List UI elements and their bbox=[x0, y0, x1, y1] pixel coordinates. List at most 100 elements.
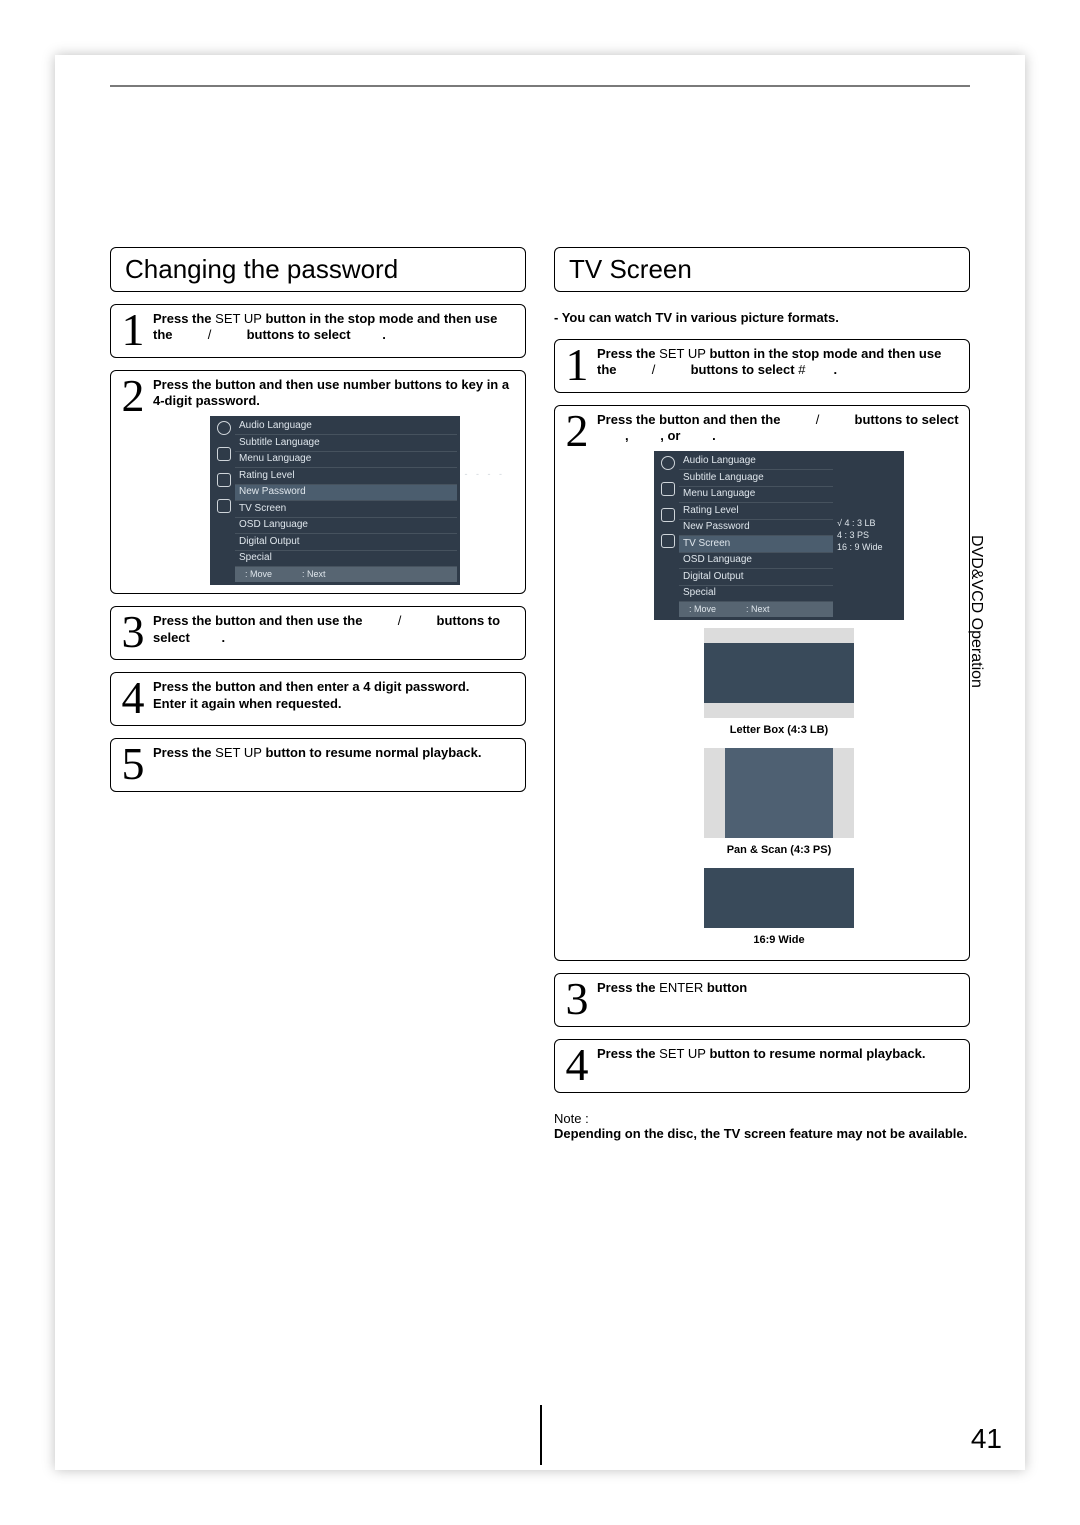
tv-format-thumbs: Letter Box (4:3 LB) Pan & Scan (4:3 PS) … bbox=[597, 628, 961, 951]
left-step-5: 5 Press the SET UP button to resume norm… bbox=[110, 738, 526, 792]
thumb-panscan bbox=[704, 748, 854, 838]
step-text: Press the SET UP button to resume normal… bbox=[153, 745, 517, 761]
note-label: Note : bbox=[554, 1111, 589, 1126]
osd-row: OSD Language bbox=[679, 553, 833, 570]
note-body: Depending on the disc, the TV screen fea… bbox=[554, 1126, 967, 1141]
t: / bbox=[394, 613, 405, 628]
t: / bbox=[648, 362, 659, 377]
right-step-4: 4 Press the SET UP button to resume norm… bbox=[554, 1039, 970, 1093]
osd-row: Digital Output bbox=[679, 569, 833, 586]
thumb-caption: Pan & Scan (4:3 PS) bbox=[727, 844, 832, 858]
page-number: 41 bbox=[971, 1423, 1002, 1455]
osd-row: Audio Language bbox=[235, 419, 457, 436]
step-number: 2 bbox=[563, 412, 591, 450]
t: button to resume normal playback. bbox=[262, 745, 482, 760]
osd-row: OSD Language bbox=[235, 518, 457, 535]
osd-row: New Password bbox=[679, 520, 833, 537]
tv-icon bbox=[217, 473, 231, 487]
osd-row-highlight: TV Screen bbox=[679, 536, 833, 553]
t: Press the bbox=[153, 745, 215, 760]
osd-option-selected: 4 : 3 LB bbox=[837, 517, 901, 529]
t: Press the button and then use the bbox=[153, 613, 366, 628]
speaker-icon bbox=[661, 534, 675, 548]
osd-icon-col bbox=[657, 454, 679, 618]
step-text: Press the SET UP button in the stop mode… bbox=[597, 346, 961, 379]
t: : Move bbox=[689, 604, 716, 615]
osd-option: 16 : 9 Wide bbox=[837, 541, 901, 553]
osd-row: Subtitle Language bbox=[235, 435, 457, 452]
left-column: Changing the password 1 Press the SET UP… bbox=[110, 247, 526, 1141]
left-heading: Changing the password bbox=[110, 247, 526, 292]
t: ENTER bbox=[659, 980, 703, 995]
t: : Next bbox=[302, 569, 326, 580]
right-step-2: 2 Press the button and then the / button… bbox=[554, 405, 970, 961]
step-number: 2 bbox=[119, 377, 147, 415]
osd-row: Subtitle Language bbox=[679, 470, 833, 487]
step-text: Press the button and then use number but… bbox=[153, 377, 517, 585]
left-step-3: 3 Press the button and then use the / bu… bbox=[110, 606, 526, 660]
right-intro: - You can watch TV in various picture fo… bbox=[554, 310, 970, 325]
step-text: Press the button and then the / buttons … bbox=[597, 412, 961, 952]
step-text: Press the SET UP button in the stop mode… bbox=[153, 311, 517, 344]
t: Press the button and then the bbox=[597, 412, 784, 427]
t: . bbox=[833, 362, 837, 377]
speaker-icon bbox=[217, 499, 231, 513]
step-text: Press the SET UP button to resume normal… bbox=[597, 1046, 961, 1062]
t: Press the bbox=[597, 980, 659, 995]
step-text: Press the button and then enter a 4 digi… bbox=[153, 679, 517, 712]
two-columns: Changing the password 1 Press the SET UP… bbox=[110, 247, 970, 1141]
step-text: Press the ENTER button bbox=[597, 980, 961, 996]
step-number: 1 bbox=[563, 346, 591, 384]
step-number: 4 bbox=[563, 1046, 591, 1084]
right-column: TV Screen - You can watch TV in various … bbox=[554, 247, 970, 1141]
step-text: Press the button and then use the / butt… bbox=[153, 613, 517, 646]
osd-row: Digital Output bbox=[235, 534, 457, 551]
left-step-2: 2 Press the button and then use number b… bbox=[110, 370, 526, 594]
osd-row: Special bbox=[679, 586, 833, 603]
thumb-letterbox bbox=[704, 628, 854, 718]
osd-row: Special bbox=[235, 551, 457, 568]
osd-row: Audio Language bbox=[679, 454, 833, 471]
t: # bbox=[798, 362, 805, 377]
step-number: 3 bbox=[563, 980, 591, 1018]
t: Press the button and then use number but… bbox=[153, 377, 509, 408]
t: SET UP bbox=[215, 745, 262, 760]
t: buttons to select bbox=[243, 327, 354, 342]
t: . bbox=[221, 630, 225, 645]
osd-row: TV Screen bbox=[235, 501, 457, 518]
osd-row: Menu Language bbox=[679, 487, 833, 504]
t: , bbox=[625, 428, 632, 443]
t: / bbox=[204, 327, 215, 342]
t: . bbox=[382, 327, 386, 342]
osd-menu-left: Audio Language Subtitle Language Menu La… bbox=[210, 416, 460, 586]
t: Press the bbox=[597, 346, 659, 361]
header-rule bbox=[110, 85, 970, 87]
thumb-wide bbox=[704, 868, 854, 928]
t: SET UP bbox=[215, 311, 262, 326]
osd-row: Menu Language bbox=[235, 452, 457, 469]
osd-footer: : Move : Next bbox=[235, 567, 457, 582]
note: Note : Depending on the disc, the TV scr… bbox=[554, 1111, 970, 1141]
thumb-caption: Letter Box (4:3 LB) bbox=[730, 724, 828, 738]
thumb-caption: 16:9 Wide bbox=[753, 934, 804, 948]
t: buttons to select bbox=[687, 362, 798, 377]
right-step-3: 3 Press the ENTER button bbox=[554, 973, 970, 1027]
t: Press the bbox=[153, 311, 215, 326]
t: button to resume normal playback. bbox=[706, 1046, 926, 1061]
step-number: 5 bbox=[119, 745, 147, 783]
lock-icon bbox=[217, 447, 231, 461]
t: , or bbox=[660, 428, 684, 443]
osd-menu-right: Audio Language Subtitle Language Menu La… bbox=[654, 451, 904, 621]
osd-icon-col bbox=[213, 419, 235, 583]
t: SET UP bbox=[659, 346, 706, 361]
osd-option: 4 : 3 PS bbox=[837, 529, 901, 541]
t: buttons to select bbox=[851, 412, 959, 427]
right-step-1: 1 Press the SET UP button in the stop mo… bbox=[554, 339, 970, 393]
footer-rule bbox=[540, 1405, 542, 1465]
osd-footer: : Move : Next bbox=[679, 602, 833, 617]
left-step-4: 4 Press the button and then enter a 4 di… bbox=[110, 672, 526, 726]
t: : Next bbox=[746, 604, 770, 615]
osd-main: Audio Language Subtitle Language Menu La… bbox=[235, 419, 457, 583]
t: : Move bbox=[245, 569, 272, 580]
left-step-1: 1 Press the SET UP button in the stop mo… bbox=[110, 304, 526, 358]
